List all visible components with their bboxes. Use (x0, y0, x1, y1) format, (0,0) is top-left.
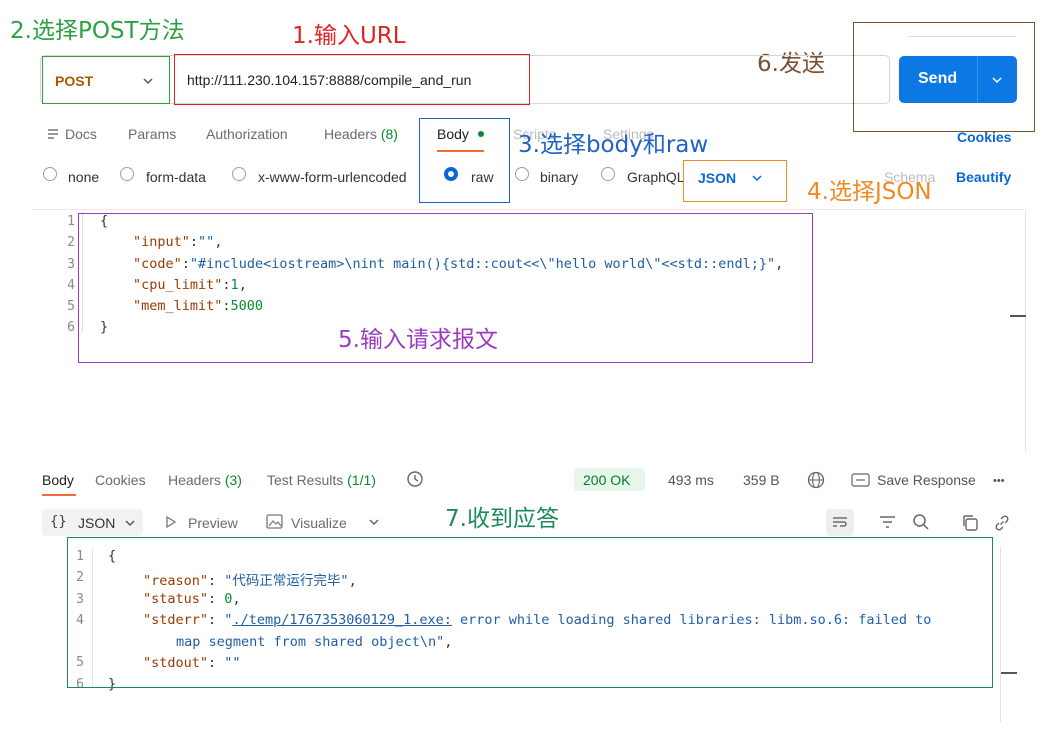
response-tab-headers-label: Headers (168, 472, 221, 488)
line-number: 2 (67, 235, 75, 250)
annotation-step3: 3.选择body和raw (518, 132, 709, 158)
visualize-icon (266, 514, 283, 529)
annotation-step5: 5.输入请求报文 (338, 327, 498, 353)
send-divider (977, 56, 978, 103)
radio-binary[interactable] (515, 167, 529, 181)
radio-urlencoded[interactable] (232, 167, 246, 181)
request-scrollbar[interactable] (1025, 212, 1026, 452)
response-tab-tests-count: (1/1) (347, 472, 376, 488)
preview-icon (166, 515, 177, 529)
globe-icon[interactable] (807, 471, 825, 489)
response-tab-tests[interactable]: Test Results (1/1) (267, 472, 376, 488)
response-format-label: JSON (78, 515, 116, 531)
line-number: 3 (67, 257, 75, 272)
request-scroll-handle[interactable] (1010, 315, 1026, 317)
save-response-icon (851, 473, 870, 487)
chevron-down-icon (125, 520, 135, 527)
tab-docs[interactable]: Docs (65, 126, 97, 142)
radio-graphql[interactable] (601, 167, 615, 181)
radio-form-data[interactable] (120, 167, 134, 181)
chevron-down-icon[interactable] (368, 517, 380, 527)
search-icon[interactable] (912, 513, 930, 531)
send-dropdown-icon[interactable] (991, 75, 1003, 85)
radio-raw[interactable] (444, 167, 458, 181)
tab-authorization[interactable]: Authorization (206, 126, 288, 142)
more-options-icon[interactable]: ••• (993, 475, 1005, 487)
tab-params[interactable]: Params (128, 126, 176, 142)
preview-button[interactable]: Preview (188, 515, 238, 531)
radio-none[interactable] (43, 167, 57, 181)
line-number: 4 (67, 278, 75, 293)
response-scrollbar[interactable] (1000, 546, 1001, 722)
response-format-select[interactable]: {} JSON (42, 509, 143, 536)
docs-icon (48, 129, 58, 139)
response-scroll-handle[interactable] (1001, 672, 1017, 674)
url-text: http://111.230.104.157:8888/compile_and_… (187, 72, 472, 88)
response-size: 359 B (743, 472, 780, 488)
response-tab-headers-count: (3) (224, 472, 242, 488)
response-tab-body-underline (42, 494, 76, 496)
tab-headers-label: Headers (324, 126, 377, 142)
line-number: 1 (67, 214, 75, 229)
response-tab-tests-label: Test Results (267, 472, 344, 488)
format-label: JSON (698, 170, 737, 186)
annotation-step4: 4.选择JSON (807, 179, 932, 205)
send-button[interactable]: Send (918, 70, 957, 88)
tab-headers-count: (8) (380, 126, 398, 142)
response-tab-headers[interactable]: Headers (3) (168, 472, 242, 488)
filter-icon[interactable] (879, 515, 896, 529)
chevron-down-icon (143, 78, 153, 85)
chevron-down-icon (752, 175, 762, 182)
radio-binary-label: binary (540, 169, 579, 185)
radio-urlencoded-label: x-www-form-urlencoded (258, 169, 407, 185)
tab-headers[interactable]: Headers (8) (324, 126, 398, 142)
radio-none-label: none (68, 169, 100, 185)
radio-graphql-label: GraphQL (627, 169, 685, 185)
annotation-step7-box (67, 537, 993, 688)
method-label: POST (55, 73, 94, 89)
annotation-step7: 7.收到应答 (445, 506, 559, 532)
annotation-step2: 2.选择POST方法 (10, 18, 185, 44)
top-right-line (908, 36, 1016, 37)
visualize-button[interactable]: Visualize (291, 515, 347, 531)
wrap-lines-icon (833, 517, 847, 527)
line-number: 6 (67, 320, 75, 335)
radio-raw-label: raw (471, 169, 494, 185)
status-text: 200 OK (583, 472, 631, 488)
response-time: 493 ms (668, 472, 714, 488)
copy-icon[interactable] (961, 514, 979, 532)
annotation-step3-box (419, 118, 510, 203)
cookies-link[interactable]: Cookies (957, 129, 1011, 145)
beautify-link[interactable]: Beautify (956, 169, 1011, 185)
response-tab-cookies[interactable]: Cookies (95, 472, 146, 488)
annotation-step1: 1.输入URL (292, 23, 406, 49)
wrap-lines-button[interactable] (826, 509, 854, 536)
save-response-button[interactable]: Save Response (877, 472, 976, 488)
history-icon[interactable] (406, 470, 424, 488)
url-input[interactable]: http://111.230.104.157:8888/compile_and_… (174, 54, 530, 105)
line-number: 5 (67, 299, 75, 314)
json-braces-icon: {} (50, 514, 67, 530)
response-tab-body[interactable]: Body (42, 472, 74, 488)
format-select[interactable]: JSON (683, 160, 787, 202)
method-select[interactable]: POST (42, 56, 170, 104)
link-icon[interactable] (993, 514, 1011, 532)
radio-form-data-label: form-data (146, 169, 206, 185)
